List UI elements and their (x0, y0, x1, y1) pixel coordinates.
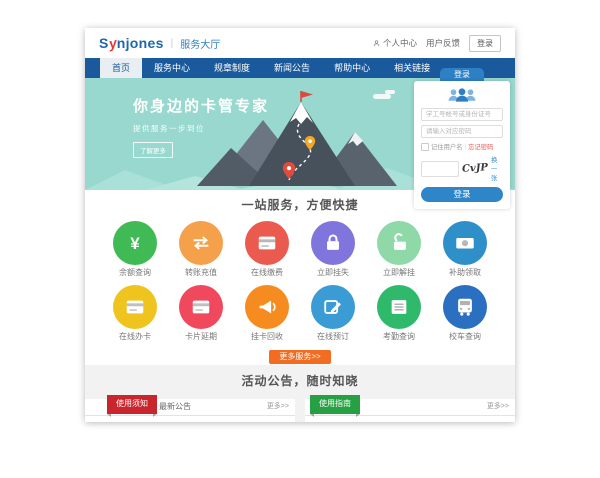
services-row-2: 在线办卡 卡片延期 挂卡回收 在线预订 (85, 285, 515, 341)
service-item-online-payment[interactable]: 在线缴费 (239, 221, 295, 277)
unlock-icon[interactable] (377, 221, 421, 265)
login-submit-button[interactable]: 登录 (421, 187, 503, 202)
bank-card-icon[interactable] (245, 221, 289, 265)
captcha-row: CvJP 换一张 (421, 155, 503, 182)
user-feedback-label: 用户反馈 (426, 37, 460, 49)
service-item-report-loss[interactable]: 立即挂失 (305, 221, 361, 277)
captcha-input[interactable] (421, 161, 459, 177)
logo-text: njones (117, 35, 164, 51)
password-input[interactable] (421, 125, 503, 138)
flag-icon (301, 91, 313, 98)
announcements-title: 活动公告，随时知晓 (85, 372, 515, 389)
more-services-button[interactable]: 更多服务>> (269, 350, 331, 364)
remember-label: 记住用户名 (431, 142, 462, 151)
service-item-cancel-loss[interactable]: 立即解挂 (371, 221, 427, 277)
hero-copy: 你身边的卡管专家 提供服务一步到位 了解更多 (133, 95, 269, 158)
header-actions: 个人中心 用户反馈 登录 (372, 35, 501, 52)
header-divider: | (171, 38, 174, 49)
captcha-image[interactable]: CvJP (462, 162, 489, 175)
hero-title: 你身边的卡管专家 (133, 95, 269, 116)
notice-panel-body (85, 416, 295, 422)
services-section: 一站服务，方便快捷 ¥ 余额查询 转账充值 在线缴费 (85, 190, 515, 365)
nav-item-help-center[interactable]: 帮助中心 (322, 58, 382, 78)
login-tab[interactable]: 登录 (440, 68, 484, 81)
usage-notice-ribbon[interactable]: 使用须知 (107, 395, 157, 414)
megaphone-icon[interactable] (245, 285, 289, 329)
forgot-password-link[interactable]: 忘记密码 (468, 142, 493, 151)
service-item-subsidy[interactable]: 补助领取 (437, 221, 493, 277)
services-row-1: ¥ 余额查询 转账充值 在线缴费 立即挂失 (85, 221, 515, 277)
guide-more-link[interactable]: 更多>> (487, 399, 509, 415)
personal-center-link[interactable]: 个人中心 (372, 37, 417, 49)
service-item-online-booking[interactable]: 在线预订 (305, 285, 361, 341)
nav-item-home[interactable]: 首页 (100, 58, 142, 78)
login-options: 记住用户名 | 忘记密码 (421, 142, 503, 151)
user-feedback-link[interactable]: 用户反馈 (426, 37, 460, 49)
personal-center-label: 个人中心 (383, 37, 417, 49)
guide-panel-bar: 使用指南 更多>> (305, 399, 515, 416)
page: Synjones | 服务大厅 个人中心 用户反馈 登录 首页 服务中心 规章制… (85, 28, 515, 422)
site-header: Synjones | 服务大厅 个人中心 用户反馈 登录 (85, 28, 515, 58)
usage-guide-ribbon[interactable]: 使用指南 (310, 395, 360, 414)
remember-checkbox[interactable] (421, 143, 429, 151)
options-divider: | (464, 143, 466, 150)
bank-card-icon[interactable] (113, 285, 157, 329)
nav-item-service-center[interactable]: 服务中心 (142, 58, 202, 78)
service-item-card-renewal[interactable]: 卡片延期 (173, 285, 229, 341)
service-item-balance[interactable]: ¥ 余额查询 (107, 221, 163, 277)
guide-panel: 使用指南 更多>> (305, 399, 515, 422)
announcement-panels: 使用须知 最新公告 更多>> 使用指南 更多>> (85, 399, 515, 422)
nav-item-news[interactable]: 新闻公告 (262, 58, 322, 78)
guide-panel-body (305, 416, 515, 422)
service-item-transfer[interactable]: 转账充值 (173, 221, 229, 277)
transfer-arrows-icon[interactable] (179, 221, 223, 265)
header-login-button[interactable]: 登录 (469, 35, 501, 52)
change-captcha-link[interactable]: 换一张 (491, 155, 503, 182)
person-icon (372, 39, 381, 48)
announcements-section: 活动公告，随时知晓 使用须知 最新公告 更多>> 使用指南 更多>> (85, 365, 515, 422)
bus-icon[interactable] (443, 285, 487, 329)
service-item-attendance[interactable]: 考勤查询 (371, 285, 427, 341)
edit-icon[interactable] (311, 285, 355, 329)
bank-card-icon[interactable] (179, 285, 223, 329)
banknote-icon[interactable] (443, 221, 487, 265)
lock-icon[interactable] (311, 221, 355, 265)
users-group-icon (445, 86, 479, 105)
login-panel: 登录 记住用户名 | 忘记密码 CvJP (414, 68, 510, 209)
hero-subtitle: 提供服务一步到位 (133, 123, 269, 134)
username-input[interactable] (421, 108, 503, 121)
notice-panel: 使用须知 最新公告 更多>> (85, 399, 295, 422)
logo[interactable]: Synjones (99, 35, 164, 51)
latest-announcements-tab[interactable]: 最新公告 (159, 399, 191, 415)
notice-more-link[interactable]: 更多>> (267, 399, 289, 415)
service-item-card-recycle[interactable]: 挂卡回收 (239, 285, 295, 341)
nav-item-rules[interactable]: 规章制度 (202, 58, 262, 78)
service-item-apply-card[interactable]: 在线办卡 (107, 285, 163, 341)
attendance-list-icon[interactable] (377, 285, 421, 329)
notice-panel-bar: 使用须知 最新公告 更多>> (85, 399, 295, 416)
site-name: 服务大厅 (180, 36, 220, 51)
login-box: 记住用户名 | 忘记密码 CvJP 换一张 登录 (414, 81, 510, 209)
service-item-school-bus[interactable]: 校车查询 (437, 285, 493, 341)
hero-cta-button[interactable]: 了解更多 (133, 142, 173, 158)
yen-icon[interactable]: ¥ (113, 221, 157, 265)
